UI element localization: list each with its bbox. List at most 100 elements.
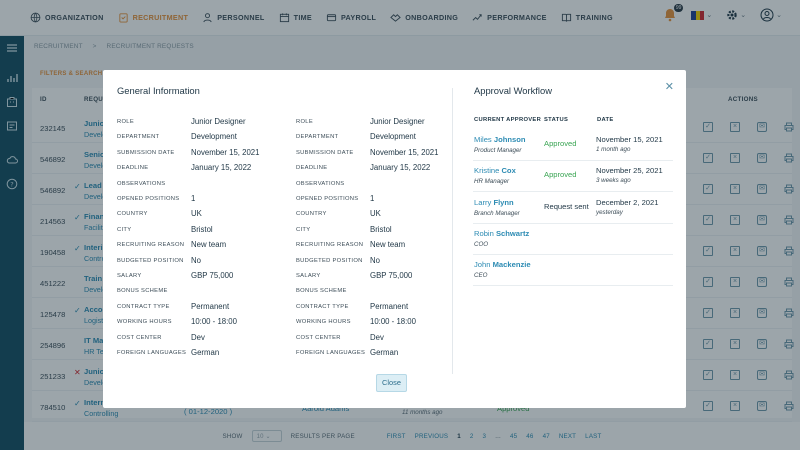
approver-name-link[interactable]: John Mackenzie [474,260,531,269]
field-label: Recruiting reason [296,242,364,249]
approver-role: CEO [474,272,488,280]
field-value: GBP 75,000 [370,271,413,280]
field-value: 10:00 - 18:00 [191,317,237,327]
approver-name-link[interactable]: Robin Schwartz [474,229,529,238]
field-value: Bristol [191,224,213,234]
field-label: Cost center [117,334,162,341]
field-label: Working hours [296,319,351,326]
field-value: Permanent [370,301,409,311]
approval-status: Approved [544,170,577,180]
field-value: GBP 75,000 [191,271,234,280]
field-value: Permanent [191,301,230,311]
approver-name-link[interactable]: Larry Flynn [474,198,514,207]
field-value: New team [370,240,406,250]
approver-first-name: Larry [474,197,492,207]
approver-last-name: Schwartz [495,228,530,238]
field-label: Country [117,211,148,218]
field-value: Junior Designer [370,117,425,126]
field-label: Salary [117,273,142,279]
field-label: Opened positions [117,196,180,202]
field-label: Budgeted position [117,257,184,264]
field-value: German [191,348,220,357]
field-label: Bonus scheme [296,288,347,295]
field-label: Department [296,134,339,141]
field-label: Observations [117,180,166,187]
field-value: UK [370,209,381,219]
close-button[interactable]: Close [376,374,407,392]
field-label: Deadline [117,165,149,172]
field-value: No [191,255,201,265]
field-value: 10:00 - 18:00 [370,317,416,327]
field-label: Contract type [296,303,349,310]
field-value: Junior Designer [191,117,246,126]
request-details-modal: General Information Approval Workflow ✕ … [103,70,686,408]
field-value: No [370,255,380,265]
approval-relative-time: 3 weeks ago [596,177,631,185]
field-value: Development [191,132,237,142]
field-value: November 15, 2021 [370,147,439,157]
close-icon[interactable]: ✕ [665,80,674,93]
approver-row: Robin Schwartz COO [473,224,673,255]
field-label: Department [117,134,160,141]
approval-workflow-title: Approval Workflow [474,85,552,96]
approver-last-name: Mackenzie [492,260,531,270]
approval-status: Request sent [544,201,589,211]
field-label: Observations [296,180,345,187]
field-label: Foreign languages [117,350,187,356]
field-label: Role [117,119,134,125]
approval-relative-time: 1 month ago [596,146,631,153]
approver-last-name: Flynn [493,197,514,207]
field-value: German [370,348,399,357]
field-label: Salary [296,273,321,279]
field-label: Submission date [117,149,175,156]
field-label: Country [296,211,327,218]
field-value: Bristol [370,224,392,234]
field-value: November 15, 2021 [191,147,260,157]
field-value: Dev [370,332,384,342]
field-value: January 15, 2022 [370,163,431,173]
approver-row: Larry Flynn Branch Manager Request sent Dec… [473,193,673,224]
approver-role: Product Manager [474,147,522,154]
approver-role: Branch Manager [474,209,520,217]
approver-row: Kristine Cox HR Manager Approved November 2… [473,161,673,193]
field-value: Development [370,132,416,142]
approver-row: Miles Johnson Product Manager Approved Nove… [473,130,673,161]
field-label: Contract type [117,303,170,310]
field-value: 1 [370,194,375,203]
approval-date: November 15, 2021 [596,135,663,144]
approver-first-name: Robin [474,228,494,238]
approver-first-name: Kristine [474,166,500,176]
field-value: New team [191,240,227,250]
approver-column-header: CURRENT APPROVER [474,117,542,123]
approval-date: November 25, 2021 [596,166,663,176]
approver-last-name: Cox [501,166,516,176]
approver-role: HR Manager [474,178,510,186]
field-value: Dev [191,332,205,342]
approval-relative-time: yesterday [596,208,623,216]
approver-first-name: John [474,260,491,270]
approver-last-name: Johnson [493,135,526,144]
approval-status: Approved [544,139,577,148]
field-label: Deadline [296,165,328,172]
field-label: Recruiting reason [117,242,185,249]
date-column-header: DATE [597,117,614,123]
field-label: Opened positions [296,196,359,202]
approver-row: John Mackenzie CEO [473,255,673,287]
field-label: Bonus scheme [117,288,168,295]
field-value: January 15, 2022 [191,163,252,173]
status-column-header: STATUS [544,117,569,123]
field-value: UK [191,209,202,219]
field-label: Foreign languages [296,350,366,356]
field-label: Role [296,119,313,125]
field-label: Working hours [117,319,172,326]
field-label: City [296,226,311,233]
approval-date: December 2, 2021 [596,197,659,207]
general-information-title: General Information [117,85,200,96]
approver-name-link[interactable]: Kristine Cox [474,166,516,175]
approver-first-name: Miles [474,135,492,144]
approver-name-link[interactable]: Miles Johnson [474,135,526,144]
column-divider [452,88,453,374]
field-label: Cost center [296,334,341,341]
field-value: 1 [191,194,196,203]
field-label: City [117,226,132,233]
